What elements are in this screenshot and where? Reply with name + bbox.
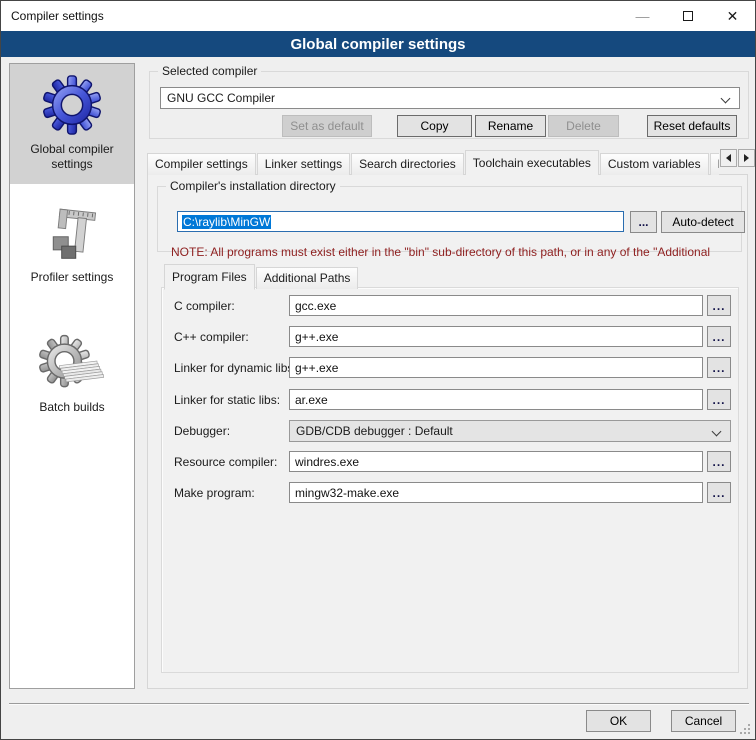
close-button[interactable]: ✕ [710,1,755,31]
input-ar-exe[interactable] [289,389,703,410]
browse-button[interactable]: ... [707,389,731,410]
field-label-make-program-: Make program: [174,486,255,500]
chevron-down-icon [712,427,722,437]
tab-toolchain-executables[interactable]: Toolchain executables [465,150,599,175]
settings-category-sidebar: Global compiler settings Profiler settin… [9,63,135,689]
sidebar-item-profiler-settings[interactable]: Profiler settings [10,192,134,304]
tab-custom-variables[interactable]: Custom variables [600,153,709,175]
tab-scroll-left-button[interactable] [720,149,737,167]
minimize-icon: — [636,8,650,24]
sidebar-item-label: Profiler settings [31,270,114,285]
right-arrow-icon [744,154,753,162]
install-dir-selected-text: C:\raylib\MinGW [182,215,271,229]
compiler-select-value: GNU GCC Compiler [167,91,275,105]
browse-button[interactable]: ... [707,326,731,347]
selected-compiler-group-label: Selected compiler [158,64,261,78]
gray-gear-stack-icon [38,332,106,394]
autodetect-label: Auto-detect [672,215,733,229]
sidebar-item-batch-builds[interactable]: Batch builds [10,322,134,434]
subtab-additional-paths[interactable]: Additional Paths [256,267,359,289]
set-as-default-button: Set as default [282,115,372,137]
minimize-button[interactable]: — [620,1,665,31]
sidebar-item-global-compiler-settings[interactable]: Global compiler settings [10,64,134,184]
install-dir-input[interactable]: C:\raylib\MinGW [177,211,624,232]
input-mingw32-make-exe[interactable] [289,482,703,503]
input-gcc-exe[interactable] [289,295,703,316]
input-g++-exe[interactable] [289,326,703,347]
cancel-button[interactable]: Cancel [671,710,736,732]
title-bar[interactable]: Compiler settings — ✕ [1,1,755,31]
tab-compiler-settings[interactable]: Compiler settings [147,153,256,175]
tab-scroll-right-button[interactable] [738,149,755,167]
main-tab-strip: Compiler settingsLinker settingsSearch d… [147,148,719,175]
tab-search-directories[interactable]: Search directories [351,153,464,175]
chevron-down-icon [721,94,731,104]
reset-defaults-button[interactable]: Reset defaults [647,115,737,137]
install-dir-note: NOTE: All programs must exist either in … [171,245,741,259]
sidebar-item-label: Global compiler settings [10,142,134,172]
autodetect-button[interactable]: Auto-detect [661,211,745,233]
browse-button[interactable]: ... [707,357,731,378]
field-label-debugger-: Debugger: [174,424,230,438]
field-label-c++-compiler-: C++ compiler: [174,330,249,344]
selected-compiler-group: Selected compiler GNU GCC Compiler Set a… [149,71,749,139]
debugger-select[interactable]: GDB/CDB debugger : Default [289,420,731,442]
install-dir-browse-button[interactable]: ... [630,211,657,233]
browse-button[interactable]: ... [707,451,731,472]
window-title: Compiler settings [11,9,104,23]
ok-button[interactable]: OK [586,710,651,732]
browse-button[interactable]: ... [707,482,731,503]
input-windres-exe[interactable] [289,451,703,472]
close-icon: ✕ [727,8,739,25]
ok-label: OK [610,714,627,728]
tab-build[interactable]: Build [710,153,719,175]
browse-button[interactable]: ... [707,295,731,316]
maximize-icon [683,11,693,21]
footer-divider [9,703,749,705]
install-dir-group: Compiler's installation directory C:\ray… [157,186,742,252]
banner-title: Global compiler settings [290,36,465,53]
sidebar-item-label: Batch builds [39,400,104,415]
input-g++-exe[interactable] [289,357,703,378]
cancel-label: Cancel [685,714,722,728]
field-label-c-compiler-: C compiler: [174,299,235,313]
compiler-select[interactable]: GNU GCC Compiler [160,87,740,109]
left-arrow-icon [722,154,731,162]
resize-grip[interactable] [740,724,750,734]
debugger-select-value: GDB/CDB debugger : Default [296,424,453,438]
blue-gear-icon [41,74,103,136]
rename-button[interactable]: Rename [475,115,546,137]
program-files-tab-strip: Program FilesAdditional Paths [164,263,724,289]
compiler-settings-dialog: Compiler settings — ✕ Global compiler se… [0,0,756,740]
maximize-button[interactable] [665,1,710,31]
copy-button[interactable]: Copy [397,115,472,137]
caliper-icon [42,202,102,264]
install-dir-group-label: Compiler's installation directory [166,179,340,193]
field-label-linker-for-static-libs-: Linker for static libs: [174,393,280,407]
field-label-linker-for-dynamic-libs-: Linker for dynamic libs: [174,361,297,375]
dialog-banner: Global compiler settings [1,31,755,57]
tab-linker-settings[interactable]: Linker settings [257,153,350,175]
browse-ellipsis-icon: ... [638,215,648,229]
delete-button: Delete [548,115,619,137]
toolchain-executables-page: Compiler's installation directory C:\ray… [147,174,748,689]
subtab-program-files[interactable]: Program Files [164,264,255,290]
field-label-resource-compiler-: Resource compiler: [174,455,277,469]
program-files-page: C compiler:... C++ compiler:... Linker for… [161,287,739,673]
